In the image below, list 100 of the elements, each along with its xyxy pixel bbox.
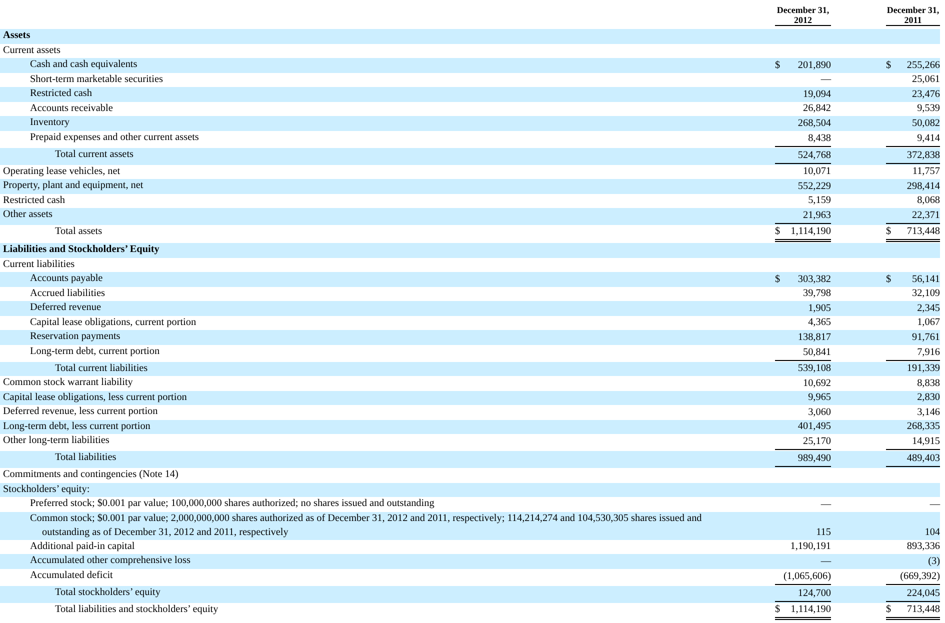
amount-value: 191,339 bbox=[906, 362, 940, 376]
currency-sign: $ bbox=[886, 226, 892, 237]
row-label: Deferred revenue, less current portion bbox=[3, 406, 158, 417]
amount-value: 124,700 bbox=[798, 586, 831, 600]
row-label: Deferred revenue bbox=[30, 302, 101, 313]
row-label: Liabilities and Stockholders’ Equity bbox=[3, 244, 160, 255]
column-year: 2011 bbox=[904, 15, 922, 25]
row-label: Capital lease obligations, less current portion bbox=[3, 392, 187, 402]
row-label: Accounts receivable bbox=[30, 102, 113, 114]
amount-value: — bbox=[820, 554, 831, 568]
amount-value: 1,114,190 bbox=[790, 225, 831, 239]
amount-value: 14,915 bbox=[912, 435, 940, 449]
row-label: Total current liabilities bbox=[55, 362, 148, 374]
row-label: Cash and cash equivalents bbox=[30, 59, 138, 70]
amount-value: 9,965 bbox=[808, 391, 831, 405]
row-label: Short-term marketable securities bbox=[30, 74, 163, 84]
amount-value: 1,905 bbox=[808, 302, 831, 316]
column-year: 2012 bbox=[794, 15, 812, 25]
row-label: Total assets bbox=[55, 226, 102, 237]
amount-value: 539,108 bbox=[798, 362, 831, 376]
amount-value: 268,504 bbox=[798, 116, 831, 130]
currency-sign: $ bbox=[886, 60, 892, 70]
amount-value: 1,067 bbox=[917, 316, 940, 330]
amount-value: 10,692 bbox=[802, 376, 831, 390]
amount-value: 23,476 bbox=[912, 88, 940, 102]
row-label: Capital lease obligations, current portion bbox=[30, 316, 196, 328]
amount-value: 552,229 bbox=[798, 180, 831, 194]
amount-value: 713,448 bbox=[906, 225, 940, 239]
amount-value: 224,045 bbox=[906, 586, 940, 600]
amount-value: 9,414 bbox=[917, 132, 940, 146]
amount-value: 10,071 bbox=[802, 165, 831, 179]
amount-value: 401,495 bbox=[798, 420, 831, 434]
amount-value: 56,141 bbox=[912, 272, 940, 286]
amount-value: 255,266 bbox=[906, 58, 940, 72]
amount-value: 1,114,190 bbox=[790, 602, 831, 616]
column-heading: December 31, bbox=[886, 5, 940, 15]
amount-value: (1,065,606) bbox=[783, 570, 831, 584]
column-heading: December 31, bbox=[776, 5, 830, 15]
amount-value: 7,916 bbox=[917, 346, 940, 360]
currency-sign: $ bbox=[775, 604, 780, 614]
amount-value: 21,963 bbox=[802, 209, 831, 223]
amount-value: 138,817 bbox=[798, 330, 831, 344]
amount-value: 303,382 bbox=[798, 272, 831, 286]
amount-value: — bbox=[930, 498, 940, 512]
row-label: Inventory bbox=[30, 117, 70, 128]
amount-value: 25,061 bbox=[912, 73, 940, 87]
amount-value: 372,838 bbox=[906, 148, 940, 162]
amount-value: 104 bbox=[924, 526, 940, 540]
amount-value: 3,060 bbox=[808, 406, 831, 420]
row-label: Common stock warrant liability bbox=[3, 377, 133, 388]
amount-value: 713,448 bbox=[906, 602, 940, 616]
row-label: Current assets bbox=[3, 44, 60, 56]
amount-value: 2,830 bbox=[917, 391, 940, 405]
row-label: Total stockholders’ equity bbox=[55, 586, 160, 598]
currency-sign: $ bbox=[886, 604, 892, 614]
amount-value: 91,761 bbox=[912, 330, 940, 344]
row-label: Other assets bbox=[3, 209, 53, 220]
amount-value: 268,335 bbox=[906, 420, 940, 434]
currency-sign: $ bbox=[775, 274, 780, 284]
row-label: Property, plant and equipment, net bbox=[3, 180, 144, 191]
amount-value: 8,838 bbox=[917, 376, 940, 390]
row-label: Long-term debt, less current portion bbox=[3, 420, 150, 432]
amount-value: 298,414 bbox=[906, 180, 940, 194]
row-label: Prepaid expenses and other current assets bbox=[30, 132, 199, 142]
row-label: Restricted cash bbox=[3, 194, 65, 206]
row-label: Long-term debt, current portion bbox=[30, 346, 160, 356]
amount-value: 989,490 bbox=[798, 452, 831, 466]
amount-value: 50,082 bbox=[912, 116, 940, 130]
amount-value: 4,365 bbox=[808, 316, 831, 330]
amount-value: 8,068 bbox=[917, 194, 940, 208]
amount-value: 115 bbox=[816, 526, 831, 540]
row-label: Operating lease vehicles, net bbox=[3, 166, 120, 176]
amount-value: 489,403 bbox=[906, 452, 940, 466]
row-label: Common stock; $0.001 par value; 2,000,000,000 shares authorized as of December 31, 2012 and 2011, respectively; 114,214,274 and 104,530,305 shares issued and outstanding as of December 31, 2012 and 2011, respectively bbox=[30, 512, 702, 538]
row-label: Restricted cash bbox=[30, 88, 92, 99]
amount-value: 1,190,191 bbox=[790, 540, 831, 554]
amount-value: 50,841 bbox=[802, 346, 831, 360]
amount-value: (3) bbox=[928, 554, 940, 568]
amount-value: 26,842 bbox=[802, 102, 831, 116]
row-label: Accumulated deficit bbox=[30, 570, 113, 580]
row-label: Assets bbox=[3, 30, 30, 41]
amount-value: 8,438 bbox=[808, 132, 831, 146]
amount-value: 893,336 bbox=[906, 540, 940, 554]
amount-value: 3,146 bbox=[917, 406, 940, 420]
currency-sign: $ bbox=[775, 60, 780, 70]
row-label: Commitments and contingencies (Note 14) bbox=[3, 469, 178, 480]
row-label: Preferred stock; $0.001 par value; 100,000,000 shares authorized; no shares issued and outstanding bbox=[30, 498, 434, 509]
amount-value: 9,539 bbox=[917, 102, 940, 116]
row-label: Total liabilities bbox=[55, 452, 116, 463]
amount-value: 5,159 bbox=[808, 194, 831, 208]
row-label: Accounts payable bbox=[30, 273, 103, 284]
amount-value: 201,890 bbox=[798, 58, 831, 72]
amount-value: 11,757 bbox=[912, 165, 940, 179]
amount-value: 25,170 bbox=[802, 435, 831, 449]
amount-value: 524,768 bbox=[798, 148, 831, 162]
row-label: Total current assets bbox=[55, 148, 134, 160]
row-label: Reservation payments bbox=[30, 331, 120, 342]
amount-value: 39,798 bbox=[802, 287, 831, 301]
row-label: Additional paid-in capital bbox=[30, 540, 135, 552]
amount-value: — bbox=[820, 498, 831, 512]
